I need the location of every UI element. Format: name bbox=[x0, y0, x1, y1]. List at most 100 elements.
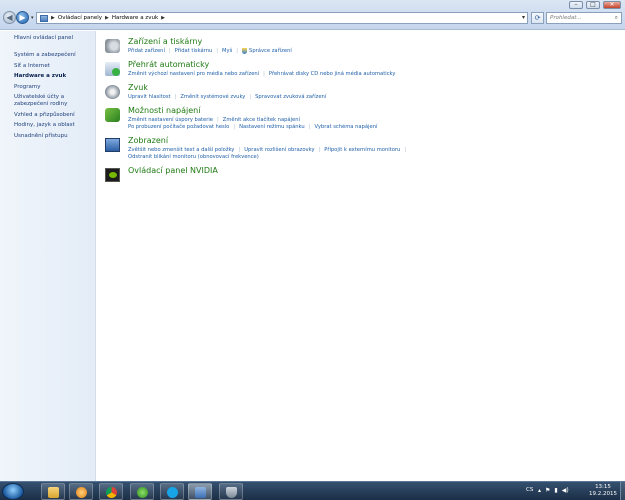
start-button[interactable] bbox=[2, 483, 24, 500]
sidebar-item-user-accounts[interactable]: Uživatelské účty a zabezpečení rodiny bbox=[14, 94, 92, 108]
sidebar-item-ease-of-access[interactable]: Usnadnění přístupu bbox=[14, 133, 92, 140]
skype-icon bbox=[167, 487, 178, 498]
link-text-size[interactable]: Zvětšit nebo zmenšit text a další položk… bbox=[128, 147, 234, 153]
autoplay-icon[interactable] bbox=[105, 62, 120, 76]
breadcrumb-hardware-sound[interactable]: Hardware a zvuk bbox=[112, 15, 158, 21]
window-controls: – □ ✕ bbox=[569, 1, 621, 9]
category-title[interactable]: Zobrazení bbox=[128, 136, 168, 145]
refresh-button[interactable]: ⟳ bbox=[531, 12, 544, 24]
category-links: Zvětšit nebo zmenšit text a další položk… bbox=[128, 147, 410, 153]
link-separator: | bbox=[217, 117, 219, 123]
breadcrumb-control-panel[interactable]: Ovládací panely bbox=[58, 15, 102, 21]
clock-date: 19.2.2015 bbox=[589, 491, 617, 497]
link-separator: | bbox=[308, 124, 311, 130]
control-panel-icon bbox=[40, 14, 48, 22]
link-add-device[interactable]: Přidat zařízení bbox=[128, 48, 165, 54]
sidebar-item-network[interactable]: Síť a Internet bbox=[14, 63, 92, 70]
nvidia-icon[interactable] bbox=[105, 168, 120, 182]
power-options-icon[interactable] bbox=[105, 108, 120, 122]
category-title[interactable]: Zařízení a tiskárny bbox=[128, 37, 202, 46]
system-tray: ▴ ⚑ ▮ ◀) bbox=[538, 487, 569, 494]
address-toolbar: – □ ✕ ◀ ▶ ▾ ▶ Ovládací panely ▶ Hardware… bbox=[0, 0, 625, 30]
chevron-right-icon[interactable]: ▶ bbox=[51, 15, 55, 21]
category-links: Upravit hlasitost | Změnit systémové zvu… bbox=[128, 94, 326, 100]
sidebar: Hlavní ovládací panel Systém a zabezpeče… bbox=[0, 31, 96, 481]
chevron-right-icon[interactable]: ▶ bbox=[105, 15, 109, 21]
sidebar-item-system-security[interactable]: Systém a zabezpečení bbox=[14, 52, 92, 59]
link-change-autoplay-defaults[interactable]: Změnit výchozí nastavení pro média nebo … bbox=[128, 71, 259, 77]
game-icon bbox=[137, 487, 148, 498]
link-adjust-volume[interactable]: Upravit hlasitost bbox=[128, 94, 171, 100]
network-icon[interactable]: ▮ bbox=[554, 487, 557, 494]
link-power-buttons[interactable]: Změnit akce tlačítek napájení bbox=[223, 117, 300, 123]
category-title[interactable]: Ovládací panel NVIDIA bbox=[128, 166, 218, 175]
chrome-icon bbox=[106, 487, 117, 498]
language-indicator[interactable]: CS bbox=[526, 487, 533, 493]
display-icon[interactable] bbox=[105, 138, 120, 152]
category-links-second-row: Odstranit blikání monitoru (obnovovací f… bbox=[128, 154, 259, 160]
search-input[interactable]: Prohledat... ⌕ bbox=[546, 12, 622, 24]
clock-time: 13:15 bbox=[595, 484, 611, 490]
link-separator: | bbox=[404, 147, 407, 153]
flag-icon[interactable]: ⚑ bbox=[545, 487, 550, 494]
link-choose-power-plan[interactable]: Vybrat schéma napájení bbox=[314, 124, 377, 130]
folder-icon bbox=[48, 487, 59, 498]
speaker-icon[interactable] bbox=[105, 85, 120, 99]
category-links: Změnit nastavení úspory baterie | Změnit… bbox=[128, 117, 300, 123]
close-button[interactable]: ✕ bbox=[603, 1, 621, 9]
link-screen-resolution[interactable]: Upravit rozlišení obrazovky bbox=[244, 147, 314, 153]
media-player-icon bbox=[76, 487, 87, 498]
link-add-printer[interactable]: Přidat tiskárnu bbox=[175, 48, 213, 54]
link-device-manager[interactable]: Správce zařízení bbox=[249, 48, 292, 54]
category-title[interactable]: Přehrát automaticky bbox=[128, 60, 209, 69]
link-change-system-sounds[interactable]: Změnit systémové zvuky bbox=[180, 94, 245, 100]
link-separator: | bbox=[238, 147, 241, 153]
address-dropdown-icon[interactable]: ▾ bbox=[522, 14, 525, 21]
control-panel-icon bbox=[195, 487, 206, 498]
clock[interactable]: 13:15 19.2.2015 bbox=[588, 484, 618, 498]
link-separator: | bbox=[233, 124, 236, 130]
search-placeholder: Prohledat... bbox=[550, 15, 582, 21]
link-manage-audio-devices[interactable]: Spravovat zvuková zařízení bbox=[255, 94, 326, 100]
sidebar-item-hardware-sound[interactable]: Hardware a zvuk bbox=[14, 73, 92, 80]
link-external-monitor[interactable]: Připojit k externímu monitoru bbox=[324, 147, 400, 153]
history-dropdown-icon[interactable]: ▾ bbox=[31, 15, 34, 21]
uac-shield-icon bbox=[242, 48, 248, 54]
sidebar-item-home[interactable]: Hlavní ovládací panel bbox=[14, 35, 92, 42]
taskbar-media-player[interactable] bbox=[69, 483, 93, 500]
sidebar-item-clock-language[interactable]: Hodiny, jazyk a oblast bbox=[14, 122, 92, 129]
sidebar-item-appearance[interactable]: Vzhled a přizpůsobení bbox=[14, 112, 92, 119]
show-desktop-button[interactable] bbox=[620, 482, 625, 500]
forward-button[interactable]: ▶ bbox=[16, 11, 29, 24]
link-separator: | bbox=[168, 48, 171, 54]
security-shield-icon bbox=[226, 487, 237, 498]
category-title[interactable]: Zvuk bbox=[128, 83, 148, 92]
taskbar-security[interactable] bbox=[219, 483, 243, 500]
sidebar-item-programs[interactable]: Programy bbox=[14, 84, 92, 91]
category-title[interactable]: Možnosti napájení bbox=[128, 106, 200, 115]
back-button[interactable]: ◀ bbox=[3, 11, 16, 24]
show-hidden-icons-icon[interactable]: ▴ bbox=[538, 487, 541, 494]
taskbar-control-panel[interactable] bbox=[188, 483, 212, 500]
search-icon[interactable]: ⌕ bbox=[615, 14, 618, 22]
devices-printers-icon[interactable] bbox=[105, 39, 120, 53]
link-require-password[interactable]: Po probuzení počítače požadovat heslo bbox=[128, 124, 229, 130]
main-content: Zařízení a tiskárny Přidat zařízení | Př… bbox=[97, 31, 625, 481]
link-mouse[interactable]: Myš bbox=[222, 48, 232, 54]
taskbar-explorer[interactable] bbox=[41, 483, 65, 500]
link-battery-settings[interactable]: Změnit nastavení úspory baterie bbox=[128, 117, 213, 123]
link-separator: | bbox=[263, 71, 265, 77]
link-sleep-settings[interactable]: Nastavení režimu spánku bbox=[239, 124, 305, 130]
taskbar-chrome[interactable] bbox=[99, 483, 123, 500]
volume-icon[interactable]: ◀) bbox=[562, 487, 569, 494]
taskbar-skype[interactable] bbox=[160, 483, 184, 500]
chevron-right-icon[interactable]: ▶ bbox=[161, 15, 165, 21]
link-refresh-rate[interactable]: Odstranit blikání monitoru (obnovovací f… bbox=[128, 154, 259, 160]
category-links: Změnit výchozí nastavení pro média nebo … bbox=[128, 71, 395, 77]
taskbar-game[interactable] bbox=[130, 483, 154, 500]
maximize-button[interactable]: □ bbox=[586, 1, 600, 9]
address-bar[interactable]: ▶ Ovládací panely ▶ Hardware a zvuk ▶ ▾ bbox=[36, 12, 528, 24]
link-separator: | bbox=[249, 94, 252, 100]
link-play-cds-automatically[interactable]: Přehrávat disky CD nebo jiná média autom… bbox=[269, 71, 396, 77]
minimize-button[interactable]: – bbox=[569, 1, 583, 9]
